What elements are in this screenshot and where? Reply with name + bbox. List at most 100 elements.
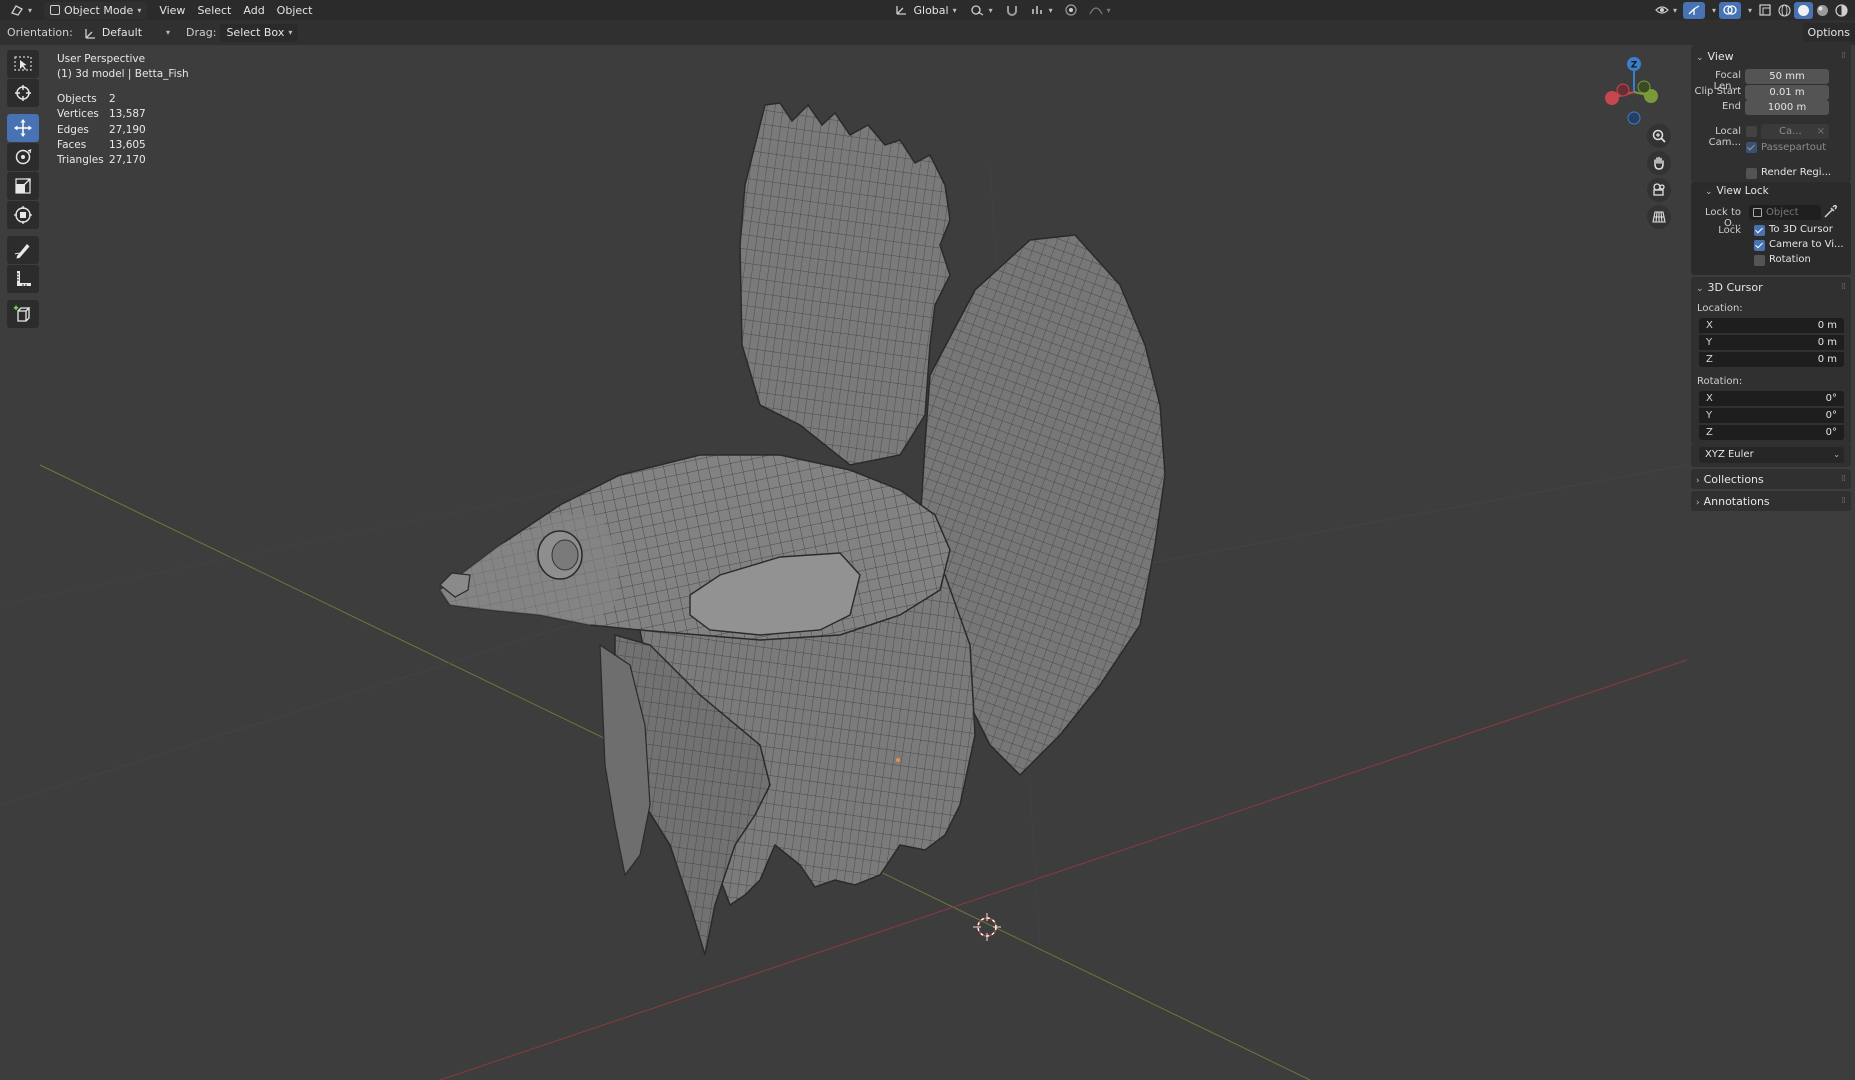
cursor-location-x[interactable]: X 0 m <box>1699 318 1844 333</box>
3d-cursor[interactable] <box>973 913 1001 941</box>
chevron-down-icon: ▾ <box>988 5 993 15</box>
clip-start-field[interactable]: 0.01 m <box>1745 85 1829 100</box>
focal-length-field[interactable]: 50 mm <box>1745 69 1829 84</box>
collections-panel[interactable]: › Collections ⁞⁞ <box>1691 469 1851 489</box>
annotations-panel[interactable]: › Annotations ⁞⁞ <box>1691 491 1851 511</box>
mode-label: Object Mode <box>64 3 134 17</box>
xray-toggle[interactable] <box>1755 2 1775 19</box>
shading-wireframe[interactable] <box>1775 2 1794 19</box>
menu-view[interactable]: View <box>153 2 191 19</box>
axis-label: Y <box>1706 337 1713 348</box>
pencil-icon <box>14 244 30 259</box>
passepartout-checkbox[interactable] <box>1746 142 1757 153</box>
pivot-point-dropdown[interactable]: ▾ <box>963 2 999 19</box>
menu-add[interactable]: Add <box>237 2 270 19</box>
cursor-rotation-x[interactable]: X 0° <box>1699 391 1844 406</box>
local-camera-field[interactable]: Ca... × <box>1761 124 1829 139</box>
orientation-dropdown[interactable]: Default ▾ <box>77 24 176 42</box>
3d-cursor-header[interactable]: ⌄ 3D Cursor <box>1696 281 1763 294</box>
add-cube-tool[interactable] <box>7 300 39 328</box>
overlay-dropdown[interactable]: ▾ <box>1741 2 1755 19</box>
axis-label: Z <box>1706 427 1713 438</box>
camera-to-view-label: Camera to Vi... <box>1769 239 1844 250</box>
render-region-label: Render Regi... <box>1761 167 1832 178</box>
move-icon <box>14 119 32 137</box>
rotation-mode-dropdown[interactable]: XYZ Euler ⌄ <box>1699 447 1844 463</box>
projection-toggle-button[interactable] <box>1647 205 1671 229</box>
falloff-icon <box>1089 7 1103 15</box>
lock-to-3d-cursor-checkbox[interactable] <box>1754 225 1765 236</box>
annotate-tool[interactable] <box>7 236 39 264</box>
local-camera-checkbox[interactable] <box>1746 126 1757 137</box>
stat-key: Triangles <box>57 154 104 167</box>
zoom-button[interactable] <box>1647 124 1671 148</box>
navigation-gizmo[interactable]: Z <box>1598 50 1678 135</box>
options-button[interactable]: Options <box>1802 23 1855 42</box>
cursor-rotation-y[interactable]: Y 0° <box>1699 408 1844 423</box>
render-region-checkbox[interactable] <box>1746 168 1757 179</box>
view-panel-header[interactable]: ⌄ View <box>1696 50 1734 63</box>
eyedropper-icon[interactable] <box>1823 204 1839 220</box>
proportional-edit-toggle[interactable] <box>1059 2 1083 19</box>
gizmo-dropdown[interactable]: ▾ <box>1705 2 1719 19</box>
cursor-location-y[interactable]: Y 0 m <box>1699 335 1844 350</box>
menu-object[interactable]: Object <box>271 2 319 19</box>
scale-tool[interactable] <box>7 172 39 200</box>
betta-fish-model[interactable] <box>438 102 1166 956</box>
drag-handle-icon[interactable]: ⁞⁞ <box>1841 282 1846 292</box>
stat-row: Triangles 27,170 <box>57 153 146 168</box>
stat-key: Vertices <box>57 108 99 121</box>
annotations-header[interactable]: › Annotations <box>1696 495 1770 508</box>
magnet-icon <box>1006 6 1017 16</box>
gizmo-icon <box>1688 5 1700 15</box>
stat-key: Edges <box>57 123 89 136</box>
falloff-dropdown[interactable]: ▾ <box>1083 2 1117 19</box>
shading-rendered[interactable] <box>1832 2 1851 19</box>
menu-select[interactable]: Select <box>191 2 237 19</box>
drag-label: Drag: <box>186 26 217 39</box>
axis-value: 0° <box>1825 410 1837 421</box>
rotation-label: Rotation: <box>1697 376 1743 387</box>
viewport-scene <box>0 102 1687 1080</box>
move-tool[interactable] <box>7 114 39 142</box>
collections-title: Collections <box>1703 473 1764 486</box>
view-lock-header[interactable]: ⌄ View Lock <box>1705 185 1769 197</box>
cursor-rotation-z[interactable]: Z 0° <box>1699 425 1844 440</box>
measure-tool[interactable] <box>7 265 39 293</box>
visibility-dropdown[interactable]: ▾ <box>1649 2 1683 19</box>
drag-handle-icon[interactable]: ⁞⁞ <box>1841 496 1846 506</box>
overlay-toggle[interactable] <box>1718 1 1741 19</box>
drag-handle-icon[interactable]: ⁞⁞ <box>1841 474 1846 484</box>
camera-to-view-checkbox[interactable] <box>1754 240 1765 251</box>
pan-button[interactable] <box>1647 151 1671 175</box>
transform-orientation-dropdown[interactable]: Global ▾ <box>889 2 963 19</box>
editor-type-button[interactable]: ▾ <box>4 2 38 19</box>
drag-handle-icon[interactable]: ⁞⁞ <box>1841 51 1846 61</box>
wireframe-sphere-icon <box>1778 3 1791 17</box>
cursor-tool[interactable] <box>7 79 39 107</box>
3d-viewport[interactable]: User Perspective (1) 3d model | Betta_Fi… <box>0 45 1687 1080</box>
collections-header[interactable]: › Collections <box>1696 473 1764 486</box>
gizmo-toggle[interactable] <box>1682 1 1705 19</box>
camera-view-button[interactable] <box>1647 178 1671 202</box>
cursor-location-z[interactable]: Z 0 m <box>1699 352 1844 367</box>
snap-target-dropdown[interactable]: ▾ <box>1025 2 1059 19</box>
shading-material[interactable] <box>1813 2 1832 19</box>
ruler-icon <box>17 271 31 286</box>
shading-solid[interactable] <box>1794 1 1813 19</box>
transform-tool[interactable] <box>7 201 39 229</box>
transform-icon <box>14 206 32 224</box>
clear-icon[interactable]: × <box>1817 124 1825 139</box>
left-toolbar <box>7 50 41 329</box>
drag-dropdown[interactable]: Select Box ▾ <box>220 23 299 42</box>
snap-toggle[interactable] <box>999 2 1025 19</box>
lock-rotation-checkbox[interactable] <box>1754 255 1765 266</box>
rotate-tool[interactable] <box>7 143 39 171</box>
view-lock-panel: ⌄ View Lock Lock to O... Object Lock To 3… <box>1691 182 1851 275</box>
select-box-tool[interactable] <box>7 50 39 78</box>
clip-start-label: Clip Start <box>1694 86 1742 97</box>
rendered-sphere-icon <box>1835 3 1848 17</box>
lock-to-object-field[interactable]: Object <box>1749 205 1821 220</box>
mode-dropdown[interactable]: Object Mode ▾ <box>44 1 148 19</box>
clip-end-field[interactable]: 1000 m <box>1745 100 1829 115</box>
